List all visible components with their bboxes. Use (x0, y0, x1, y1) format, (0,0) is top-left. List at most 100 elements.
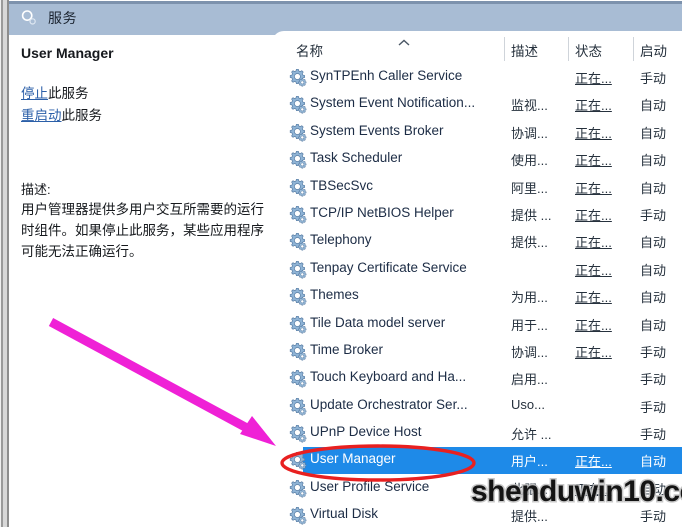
titlebar[interactable] (9, 4, 682, 31)
service-startup-cell: 自动 (640, 180, 667, 196)
service-description-cell: 提供... (511, 235, 548, 251)
restart-service-suffix: 此服务 (61, 108, 103, 123)
table-row[interactable]: TBSecSvc 阿里... 正在... 自动 (286, 174, 682, 201)
service-gear-icon (289, 397, 308, 416)
service-description-cell: 此服... (511, 481, 548, 497)
service-startup-cell: 自动 (640, 290, 667, 306)
service-startup-cell: 手动 (640, 372, 667, 388)
service-startup-cell: 手动 (640, 399, 667, 415)
service-name-cell: Touch Keyboard and Ha... (310, 369, 467, 385)
table-row[interactable]: Themes 为用... 正在... 自动 (286, 283, 682, 310)
service-startup-cell: 自动 (640, 481, 667, 497)
service-detail-panel: User Manager 停止此服务 重启动此服务 描述: 用户管理器提供多用户… (9, 35, 281, 527)
window-title: 服务 (48, 10, 77, 26)
selected-service-name: User Manager (21, 45, 114, 61)
service-startup-cell: 自动 (640, 125, 667, 141)
column-divider[interactable] (633, 37, 634, 61)
service-description-cell: 使用... (511, 153, 548, 169)
service-name-cell: Themes (310, 287, 359, 303)
restart-service-link[interactable]: 重启动 (21, 108, 62, 123)
service-gear-icon (289, 424, 308, 443)
table-row[interactable]: Telephony 提供... 正在... 自动 (286, 228, 682, 255)
service-name-cell: User Manager (310, 451, 396, 467)
column-header-row: 名称 描述 状态 启动 (286, 35, 682, 63)
gear-icon (19, 8, 39, 28)
service-description-cell: 用户... (511, 454, 548, 470)
service-status-cell: 正在... (575, 344, 612, 360)
service-name-cell: Time Broker (310, 341, 384, 357)
service-gear-icon (289, 178, 308, 197)
service-gear-icon (289, 451, 308, 470)
service-status-cell: 正在... (575, 71, 612, 86)
service-gear-icon (289, 68, 308, 87)
column-header-description[interactable]: 描述 (511, 40, 538, 60)
table-row[interactable]: TCP/IP NetBIOS Helper 提供 ... 正在... 手动 (286, 201, 682, 228)
table-row[interactable]: SynTPEnh Caller Service 正在... 手动 (286, 64, 682, 91)
table-row[interactable]: UPnP Device Host 允许 ... 手动 (286, 420, 682, 447)
table-row[interactable]: Update Orchestrator Ser... Uso... 手动 (286, 393, 682, 420)
table-row[interactable]: Virtual Disk 提供... 手动 (286, 502, 682, 527)
service-name-cell: Tile Data model server (310, 314, 446, 330)
service-startup-cell: 手动 (640, 344, 667, 360)
description-text: 用户管理器提供多用户交互所需要的运行时组件。如果停止此服务，某些应用程序可能无法… (21, 202, 264, 259)
table-row[interactable]: Tile Data model server 用于... 正在... 自动 (286, 311, 682, 338)
service-status-cell: 正在... (575, 98, 612, 114)
service-gear-icon (289, 369, 308, 388)
service-description-cell: 协调... (511, 125, 548, 141)
service-description-cell: 提供... (511, 509, 548, 525)
service-startup-cell: 自动 (640, 98, 667, 114)
service-startup-cell: 自动 (640, 262, 667, 278)
service-status-cell: 正在... (575, 317, 612, 333)
service-gear-icon (289, 342, 308, 361)
service-startup-cell: 手动 (640, 509, 667, 525)
services-list-panel: 名称 描述 状态 启动 SynTPEnh Caller Service 正在...… (286, 35, 682, 527)
service-status-cell: 正在... (575, 481, 612, 497)
stop-service-row: 停止此服务 (21, 82, 89, 102)
service-status-cell: 正在... (575, 262, 612, 278)
stop-service-link[interactable]: 停止 (21, 86, 48, 101)
service-startup-cell: 自动 (640, 235, 667, 251)
column-header-status[interactable]: 状态 (575, 40, 602, 60)
service-gear-icon (289, 479, 308, 498)
column-header-startup[interactable]: 启动 (640, 40, 667, 60)
service-name-cell: System Event Notification... (310, 95, 476, 111)
service-startup-cell: 自动 (640, 454, 667, 470)
service-gear-icon (289, 287, 308, 306)
table-row[interactable]: Touch Keyboard and Ha... 启用... 手动 (286, 365, 682, 392)
service-description-cell: 协调... (511, 344, 548, 360)
service-description-cell: 用于... (511, 317, 548, 333)
service-name-cell: Update Orchestrator Ser... (310, 396, 468, 412)
service-status-cell: 正在... (575, 207, 612, 223)
table-row[interactable]: Tenpay Certificate Service 正在... 自动 (286, 256, 682, 283)
service-description-cell: 允许 ... (511, 427, 552, 443)
table-row[interactable]: User Profile Service 此服... 正在... 自动 (286, 475, 682, 502)
table-row[interactable]: System Events Broker 协调... 正在... 自动 (286, 119, 682, 146)
service-status-cell: 正在... (575, 125, 612, 141)
services-window: 服务 User Manager 停止此服务 重启动此服务 描述: 用户管理器提供… (0, 0, 682, 527)
table-row[interactable]: Task Scheduler 使用... 正在... 自动 (286, 146, 682, 173)
service-startup-cell: 手动 (640, 427, 667, 443)
service-name-cell: Tenpay Certificate Service (310, 259, 467, 275)
service-status-cell: 正在... (575, 180, 612, 196)
column-divider[interactable] (568, 37, 569, 61)
service-description-cell: 提供 ... (511, 207, 552, 223)
service-gear-icon (289, 506, 308, 525)
column-header-name[interactable]: 名称 (296, 40, 323, 60)
service-name-cell: SynTPEnh Caller Service (310, 68, 463, 83)
restart-service-row: 重启动此服务 (21, 104, 102, 124)
column-divider[interactable] (504, 37, 505, 61)
service-gear-icon (289, 150, 308, 169)
service-gear-icon (289, 260, 308, 279)
service-gear-icon (289, 95, 308, 114)
service-name-cell: TBSecSvc (310, 177, 374, 193)
service-status-cell: 正在... (575, 235, 612, 251)
stop-service-suffix: 此服务 (48, 86, 89, 101)
service-name-cell: UPnP Device Host (310, 424, 422, 440)
table-row[interactable]: Time Broker 协调... 正在... 手动 (286, 338, 682, 365)
service-status-cell: 正在... (575, 454, 612, 470)
description-label: 描述: (21, 182, 51, 197)
table-row-selected[interactable]: User Manager 用户... 正在... 自动 (286, 447, 682, 475)
table-row[interactable]: System Event Notification... 监视... 正在... 自动 (286, 91, 682, 118)
service-startup-cell: 手动 (640, 71, 667, 86)
service-startup-cell: 自动 (640, 317, 667, 333)
